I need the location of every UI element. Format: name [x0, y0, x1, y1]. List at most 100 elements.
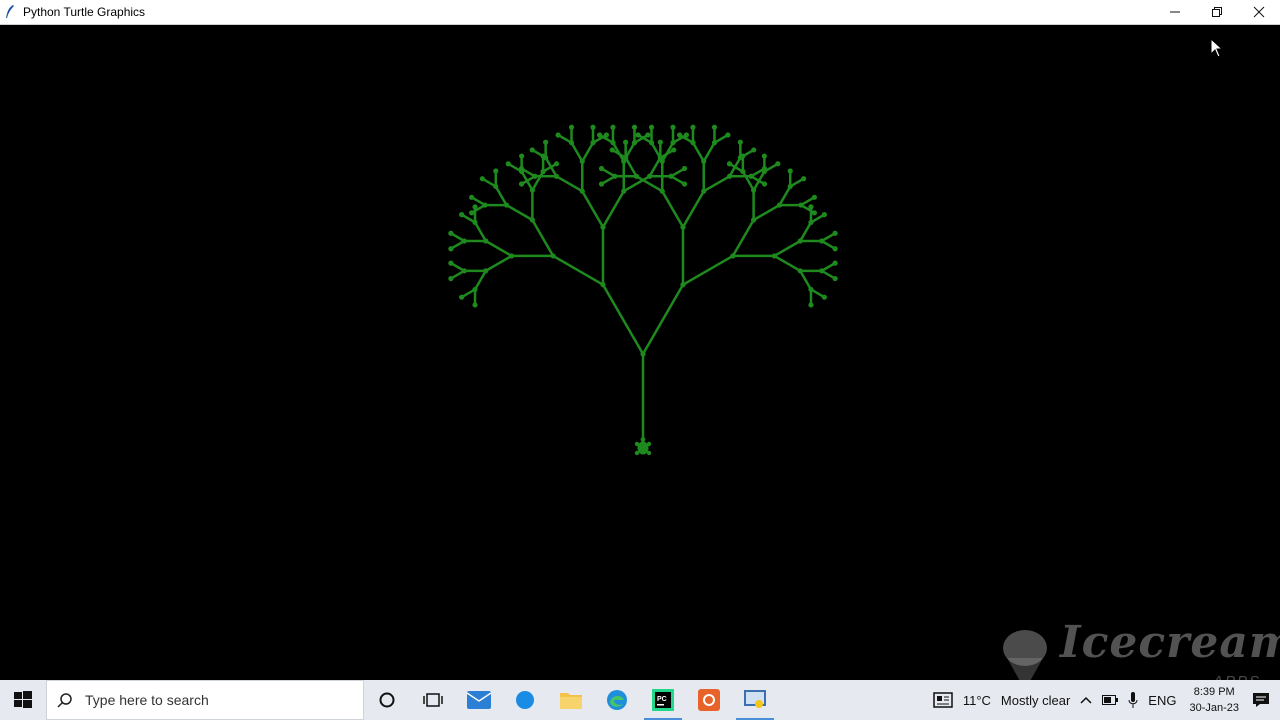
- tree-node: [801, 176, 807, 182]
- clock-date: 30-Jan-23: [1189, 702, 1239, 714]
- tree-node: [725, 132, 731, 138]
- feather-icon: [5, 5, 19, 19]
- restore-button[interactable]: [1196, 0, 1238, 24]
- tree-branch: [641, 283, 685, 356]
- system-tray: 11°C Mostly clear ENG 8:39 PM 30-Jan-23: [928, 680, 1280, 720]
- tree-node: [543, 139, 549, 145]
- tree-branch: [473, 269, 488, 291]
- fractal-tree-drawing: [448, 124, 838, 456]
- tree-branch: [798, 221, 813, 243]
- tree-branch: [691, 141, 705, 163]
- task-view-icon[interactable]: [410, 680, 456, 720]
- tree-branch: [601, 189, 625, 229]
- language-indicator[interactable]: ENG: [1148, 693, 1176, 708]
- app-icon[interactable]: [686, 680, 732, 720]
- tree-node: [598, 181, 605, 187]
- tree-branch: [681, 189, 705, 229]
- tree-node: [775, 161, 781, 167]
- notification-icon[interactable]: [1252, 692, 1270, 708]
- window-title: Python Turtle Graphics: [23, 5, 146, 19]
- tree-node: [623, 139, 629, 145]
- file-explorer-icon[interactable]: [548, 680, 594, 720]
- tree-node: [631, 124, 638, 130]
- tree-branch: [681, 254, 735, 286]
- weather-temperature[interactable]: 11°C: [963, 693, 991, 708]
- pycharm-icon[interactable]: PC: [640, 680, 686, 720]
- tree-branch: [702, 175, 731, 193]
- tree-node: [711, 124, 718, 130]
- minimize-button[interactable]: [1154, 0, 1196, 24]
- weather-condition[interactable]: Mostly clear: [1001, 693, 1070, 708]
- tree-node: [518, 181, 525, 187]
- tree-node: [610, 124, 616, 130]
- tree-branch: [702, 141, 716, 163]
- tree-node: [808, 302, 814, 308]
- tree-node: [505, 161, 511, 167]
- tree-node: [832, 275, 838, 282]
- cortana-icon[interactable]: [364, 680, 410, 720]
- tree-node: [832, 260, 838, 266]
- tree-node: [555, 132, 561, 138]
- window-title-bar: Python Turtle Graphics: [0, 0, 1280, 25]
- tree-node: [493, 168, 499, 174]
- tree-node: [726, 161, 733, 167]
- tree-node: [670, 124, 676, 130]
- start-button[interactable]: [0, 680, 46, 720]
- taskbar-search-box[interactable]: Type here to search: [46, 680, 364, 720]
- svg-text:PC: PC: [657, 696, 667, 703]
- tree-branch: [570, 141, 584, 163]
- tree-node: [737, 139, 743, 145]
- tree-node: [671, 147, 677, 153]
- tree-node: [751, 147, 757, 153]
- tree-node: [609, 147, 615, 153]
- close-button[interactable]: [1238, 0, 1280, 24]
- edge-icon[interactable]: [594, 680, 640, 720]
- tree-branch: [494, 185, 508, 207]
- tree-node: [519, 153, 525, 159]
- tree-node: [553, 161, 560, 167]
- python-idle-icon[interactable]: [732, 680, 778, 720]
- tree-node: [590, 124, 596, 130]
- tree-node: [469, 210, 475, 216]
- tree-branch: [773, 254, 802, 273]
- tree-node: [832, 230, 838, 236]
- tree-node: [811, 194, 817, 200]
- tree-node: [472, 302, 478, 308]
- clock[interactable]: 8:39 PM 30-Jan-23: [1189, 684, 1239, 716]
- tree-node: [690, 124, 696, 130]
- chevron-up-icon[interactable]: [1080, 696, 1092, 704]
- tree-node: [676, 132, 683, 138]
- microphone-icon[interactable]: [1128, 692, 1138, 708]
- tree-node: [681, 181, 688, 187]
- tree-node: [459, 212, 465, 218]
- tree-branch: [484, 239, 513, 258]
- tree-node: [448, 260, 454, 266]
- browser-icon[interactable]: [502, 680, 548, 720]
- tree-node: [518, 165, 525, 172]
- tree-node: [761, 181, 768, 187]
- tree-node: [448, 230, 454, 236]
- tree-node: [761, 153, 767, 159]
- tree-node: [657, 139, 663, 145]
- tree-branch: [624, 156, 638, 178]
- tree-branch: [505, 203, 534, 222]
- news-widget-icon[interactable]: [933, 692, 953, 708]
- tree-node: [821, 212, 827, 218]
- tree-node: [811, 210, 817, 216]
- tree-node: [459, 294, 465, 300]
- tree-node: [596, 132, 603, 138]
- turtle-canvas[interactable]: [3, 25, 1277, 680]
- mouse-pointer-icon: [1210, 37, 1224, 63]
- tree-branch: [798, 269, 813, 291]
- search-icon: [57, 691, 75, 709]
- tree-node: [469, 194, 475, 200]
- mail-icon[interactable]: [456, 680, 502, 720]
- tree-node: [448, 246, 454, 252]
- tree-branch: [581, 189, 605, 229]
- tree-branch: [555, 175, 584, 193]
- battery-icon[interactable]: [1102, 695, 1119, 705]
- tree-node: [740, 153, 746, 159]
- tree-branch: [648, 156, 662, 178]
- tree-branch: [773, 239, 802, 258]
- tree-branch: [778, 185, 792, 207]
